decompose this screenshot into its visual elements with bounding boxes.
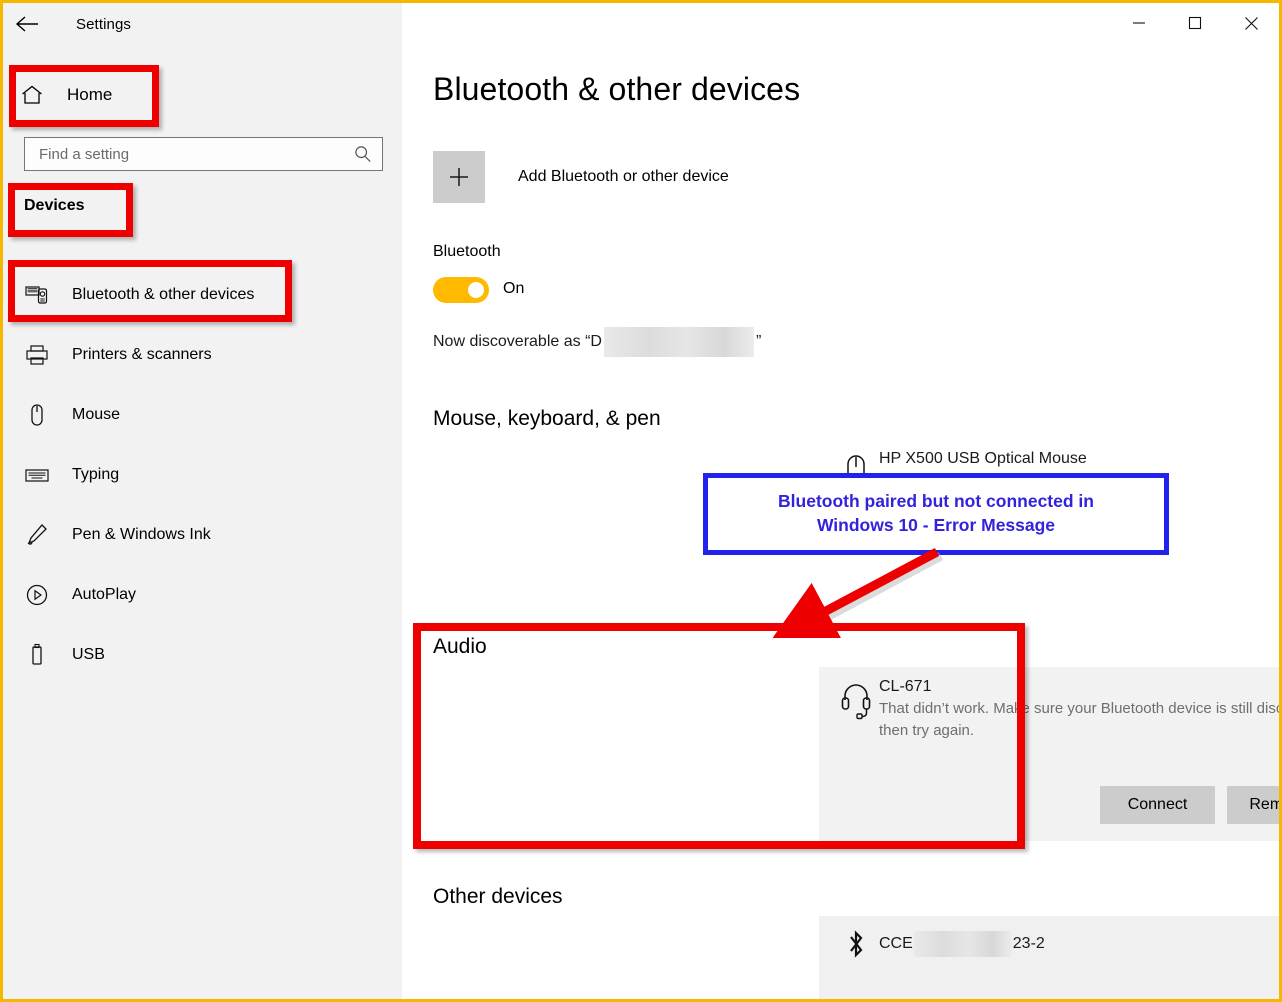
device-name: CL-671 (879, 678, 932, 695)
redacted-device-name (603, 327, 754, 357)
sidebar-item-label: Typing (72, 466, 120, 483)
discoverable-text: Now discoverable as “D ” (433, 327, 761, 357)
device-name-prefix: CCE (879, 935, 913, 953)
bluetooth-devices-icon (24, 282, 50, 308)
devices-category-label: Devices (24, 197, 85, 214)
device-row-audio[interactable]: CL-671 That didn’t work. Make sure your … (833, 678, 1279, 742)
sidebar-item-label: Pen & Windows Ink (72, 526, 211, 543)
add-device-label: Add Bluetooth or other device (518, 168, 729, 185)
device-name: HP X500 USB Optical Mouse (879, 450, 1087, 467)
section-heading-mouse-keyboard-pen: Mouse, keyboard, & pen (433, 407, 661, 430)
sidebar-item-label: Mouse (72, 406, 121, 423)
device-status-message: That didn’t work. Make sure your Bluetoo… (879, 700, 1279, 739)
usb-icon (24, 642, 50, 668)
redacted-device-id (913, 931, 1012, 957)
device-name-suffix: 23-2 (1012, 935, 1045, 953)
bluetooth-label: Bluetooth (433, 243, 501, 260)
autoplay-icon (24, 582, 50, 608)
search-box[interactable] (24, 137, 383, 171)
close-icon[interactable] (1223, 3, 1279, 43)
minimize-icon[interactable] (1111, 3, 1167, 43)
section-heading-audio: Audio (433, 635, 487, 658)
sidebar-item-label: Printers & scanners (72, 346, 212, 363)
window-titlebar-left: Settings (3, 3, 402, 45)
annotation-callout-text: Bluetooth paired but not connected in Wi… (778, 491, 1094, 535)
sidebar-item-label: AutoPlay (72, 586, 137, 603)
sidebar-item-printers-scanners[interactable]: Printers & scanners (3, 325, 402, 385)
sidebar-item-usb[interactable]: USB (3, 625, 402, 685)
bluetooth-toggle[interactable] (433, 277, 489, 303)
sidebar-item-typing[interactable]: Typing (3, 445, 402, 505)
maximize-icon[interactable] (1167, 3, 1223, 43)
device-row-other[interactable]: CCE 23-2 (833, 928, 1045, 960)
settings-window: Settings Home Devices (0, 0, 1282, 1002)
search-input[interactable] (25, 138, 344, 170)
search-icon[interactable] (344, 145, 382, 163)
sidebar-item-bluetooth-other-devices[interactable]: Bluetooth & other devices (3, 265, 402, 325)
sidebar-item-label: USB (72, 646, 105, 663)
device-name: CCE 23-2 (879, 931, 1045, 957)
page-title: Bluetooth & other devices (433, 71, 801, 107)
sidebar: Settings Home Devices (3, 3, 402, 999)
discoverable-suffix: ” (755, 333, 762, 351)
mouse-icon (24, 402, 50, 428)
toggle-knob (468, 282, 484, 298)
connect-button[interactable]: Connect (1100, 786, 1215, 824)
bluetooth-icon (833, 928, 879, 960)
home-icon (21, 85, 49, 105)
pen-icon (24, 522, 50, 548)
remove-device-button[interactable]: Remove device (1227, 786, 1279, 824)
annotation-callout: Bluetooth paired but not connected in Wi… (703, 473, 1169, 555)
keyboard-icon (24, 462, 50, 488)
add-device-button[interactable]: Add Bluetooth or other device (433, 151, 729, 203)
sidebar-item-pen-windows-ink[interactable]: Pen & Windows Ink (3, 505, 402, 565)
sidebar-item-mouse[interactable]: Mouse (3, 385, 402, 445)
bluetooth-toggle-state: On (503, 280, 525, 297)
headset-icon (833, 678, 879, 720)
home-nav-label: Home (67, 85, 113, 104)
window-controls (1111, 3, 1279, 43)
sidebar-item-label: Bluetooth & other devices (72, 286, 255, 303)
back-arrow-icon[interactable] (3, 3, 51, 45)
sidebar-item-autoplay[interactable]: AutoPlay (3, 565, 402, 625)
section-heading-other-devices: Other devices (433, 885, 563, 908)
window-title: Settings (76, 15, 131, 33)
plus-icon (433, 151, 485, 203)
printer-icon (24, 342, 50, 368)
discoverable-prefix: Now discoverable as “D (433, 333, 602, 351)
sidebar-nav-list: Bluetooth & other devices Printers & sca… (3, 265, 402, 685)
home-nav-item[interactable]: Home (21, 77, 151, 113)
audio-device-actions: Connect Remove device (1100, 786, 1279, 824)
